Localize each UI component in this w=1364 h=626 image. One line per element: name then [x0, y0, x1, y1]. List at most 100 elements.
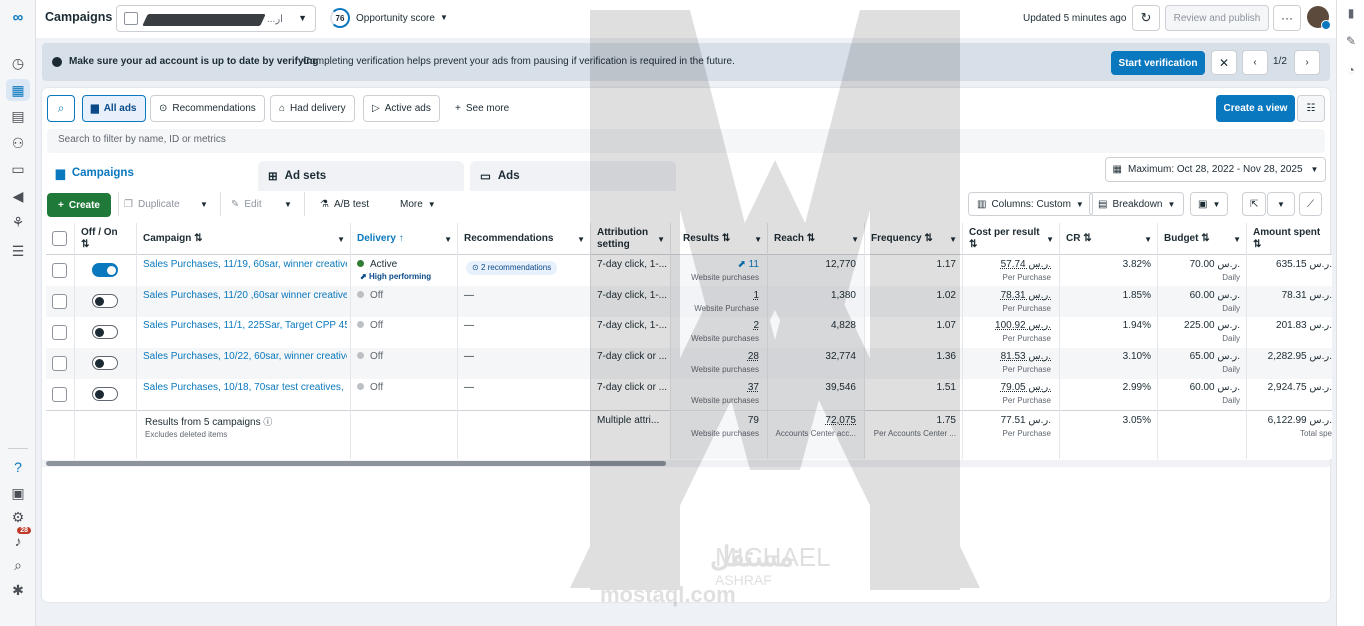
campaign-name-link[interactable]: Sales Purchases, 10/22, 60sar, winner cr… [143, 351, 347, 363]
bug-icon[interactable]: ✱ [6, 579, 30, 601]
export-dropdown[interactable]: ▼ [1267, 192, 1295, 216]
filter-recommendations[interactable]: ⊙ Recommendations [150, 95, 265, 122]
opportunity-score-gauge[interactable]: 76 [330, 8, 350, 28]
campaign-toggle[interactable] [92, 294, 118, 308]
header-cpr[interactable]: Cost per result ⇅ ▼ [963, 223, 1059, 255]
events-icon[interactable]: ⚘ [6, 211, 30, 233]
columns-button[interactable]: ▥ Columns: Custom ▼ [968, 192, 1093, 216]
header-frequency[interactable]: Frequency ⇅ ▼ [865, 223, 962, 255]
opportunity-score-label[interactable]: Opportunity score [356, 13, 435, 24]
megaphone-icon[interactable]: ◀ [6, 185, 30, 207]
recommendations-badge[interactable]: ⊙ 2 recommendations [466, 261, 558, 275]
results-value[interactable]: 28 [748, 351, 759, 363]
pencil-icon[interactable]: ✎ [1344, 34, 1358, 48]
notifications-icon[interactable]: ♪ 28 [6, 527, 31, 552]
select-all-checkbox[interactable] [52, 231, 67, 246]
campaign-name-link[interactable]: Sales Purchases, 10/18, 70sar test creat… [143, 382, 347, 394]
chart-toggle-button[interactable]: ⟋ [1299, 192, 1322, 216]
see-more-filters[interactable]: + See more [446, 95, 519, 122]
header-budget[interactable]: Budget ⇅ ▼ [1158, 223, 1246, 255]
billing-icon[interactable]: ▭ [6, 158, 30, 180]
news-icon[interactable]: ▣ [6, 482, 30, 504]
campaign-toggle[interactable] [92, 387, 118, 401]
campaign-name-link[interactable]: Sales Purchases, 11/1, 225Sar, Target CP… [143, 320, 347, 332]
filter-active-ads[interactable]: ▷ Active ads [363, 95, 440, 122]
audiences-icon[interactable]: ⚇ [6, 132, 30, 154]
duplicate-button[interactable]: ❐ Duplicate [124, 192, 180, 216]
chevron-down-icon[interactable]: ▼ [440, 13, 448, 22]
more-button[interactable]: More ▼ [400, 192, 436, 216]
header-offon[interactable]: Off / On ⇅ [75, 223, 136, 255]
ab-test-button[interactable]: ⚗ A/B test [320, 192, 369, 216]
create-view-button[interactable]: Create a view [1216, 95, 1295, 122]
row-checkbox[interactable] [52, 387, 67, 402]
cpr-value[interactable]: 78.31 ر.س. [1001, 290, 1051, 302]
search-input[interactable]: Search to filter by name, ID or metrics [47, 129, 1325, 153]
budget-value[interactable]: 60.00 ر.س. [1190, 290, 1240, 302]
review-publish-button[interactable]: Review and publish [1165, 5, 1269, 31]
header-campaign[interactable]: Campaign ⇅ ▼ [137, 223, 350, 255]
edit-dropdown[interactable]: ▼ [284, 192, 292, 216]
breakdown-button[interactable]: ▤ Breakdown ▼ [1089, 192, 1185, 216]
header-amount[interactable]: Amount spent ⇅ [1247, 223, 1332, 255]
campaign-name-link[interactable]: Sales Purchases, 11/20 ,60sar winner cre… [143, 290, 347, 302]
budget-value[interactable]: 65.00 ر.س. [1190, 351, 1240, 363]
next-banner-button[interactable]: › [1294, 50, 1320, 75]
search-icon[interactable]: ⌕ [6, 554, 30, 576]
header-delivery[interactable]: Delivery ↑ ▼ [351, 223, 457, 255]
avatar[interactable] [1307, 6, 1331, 30]
tab-campaigns[interactable]: ▆ Campaigns [46, 158, 252, 188]
cpr-value[interactable]: 79.05 ر.س. [1001, 382, 1051, 394]
totals-reach[interactable]: 72,075 [825, 415, 856, 427]
header-results[interactable]: Results ⇅ ▼ [671, 223, 767, 255]
settings-icon[interactable]: ⚙ [6, 506, 30, 528]
row-checkbox[interactable] [52, 294, 67, 309]
budget-value[interactable]: 225.00 ر.س. [1184, 320, 1240, 332]
row-checkbox[interactable] [52, 325, 67, 340]
help-icon[interactable]: ? [6, 456, 30, 478]
menu-icon[interactable]: ☰ [6, 240, 30, 262]
ad-account-selector[interactable]: ...ار ▼ [116, 5, 316, 32]
reports-icon[interactable]: ▤ [6, 105, 30, 127]
header-recommendations[interactable]: Recommendations ▼ [458, 223, 590, 255]
search-button[interactable]: ⌕ [47, 95, 75, 122]
budget-value[interactable]: 60.00 ر.س. [1190, 382, 1240, 394]
prev-banner-button[interactable]: ‹ [1242, 50, 1268, 75]
campaign-name-link[interactable]: Sales Purchases, 11/19, 60sar, winner cr… [143, 259, 347, 271]
edit-button[interactable]: ✎ Edit [231, 192, 262, 216]
header-cr[interactable]: CR ⇅ ▼ [1060, 223, 1157, 255]
results-value[interactable]: 37 [748, 382, 759, 394]
campaign-toggle[interactable] [92, 356, 118, 370]
row-checkbox[interactable] [52, 356, 67, 371]
date-range-picker[interactable]: ▦ Maximum: Oct 28, 2022 - Nov 28, 2025 ▼ [1105, 157, 1326, 182]
campaigns-table-icon[interactable]: ▦ [6, 79, 30, 101]
info-icon[interactable]: ⓘ [263, 417, 272, 427]
export-button[interactable]: ⇱ [1242, 192, 1267, 216]
close-banner-button[interactable]: ✕ [1211, 50, 1237, 75]
horizontal-scrollbar-thumb[interactable] [46, 461, 666, 466]
filter-all-ads[interactable]: ▆ All ads [82, 95, 146, 122]
meta-logo-icon[interactable]: ∞ [6, 6, 30, 28]
results-value[interactable]: ⬈ 11 [737, 259, 759, 271]
chart-icon[interactable]: ▮ [1344, 6, 1358, 20]
header-attribution[interactable]: Attribution setting ▼ [591, 223, 670, 255]
reports-button[interactable]: ▣ ▼ [1190, 192, 1229, 216]
campaign-toggle[interactable] [92, 325, 118, 339]
campaign-toggle[interactable] [92, 263, 118, 277]
tab-ad-sets[interactable]: ⊞ Ad sets [258, 161, 464, 191]
row-checkbox[interactable] [52, 263, 67, 278]
duplicate-dropdown[interactable]: ▼ [200, 192, 208, 216]
view-settings-button[interactable]: ☷ [1297, 95, 1325, 122]
results-value[interactable]: 1 [753, 290, 759, 302]
dashboard-icon[interactable]: ◷ [6, 52, 30, 74]
cpr-value[interactable]: 81.53 ر.س. [1001, 351, 1051, 363]
more-options-button[interactable]: ··· [1273, 5, 1301, 31]
filter-had-delivery[interactable]: ⌂ Had delivery [270, 95, 355, 122]
refresh-button[interactable]: ↻ [1132, 5, 1160, 31]
history-icon[interactable]: ◔ [1344, 63, 1358, 77]
cpr-value[interactable]: 100.92 ر.س. [995, 320, 1051, 332]
header-reach[interactable]: Reach ⇅ ▼ [768, 223, 864, 255]
results-value[interactable]: 2 [753, 320, 759, 332]
start-verification-button[interactable]: Start verification [1111, 51, 1205, 75]
cpr-value[interactable]: 57.74 ر.س. [1001, 259, 1051, 271]
